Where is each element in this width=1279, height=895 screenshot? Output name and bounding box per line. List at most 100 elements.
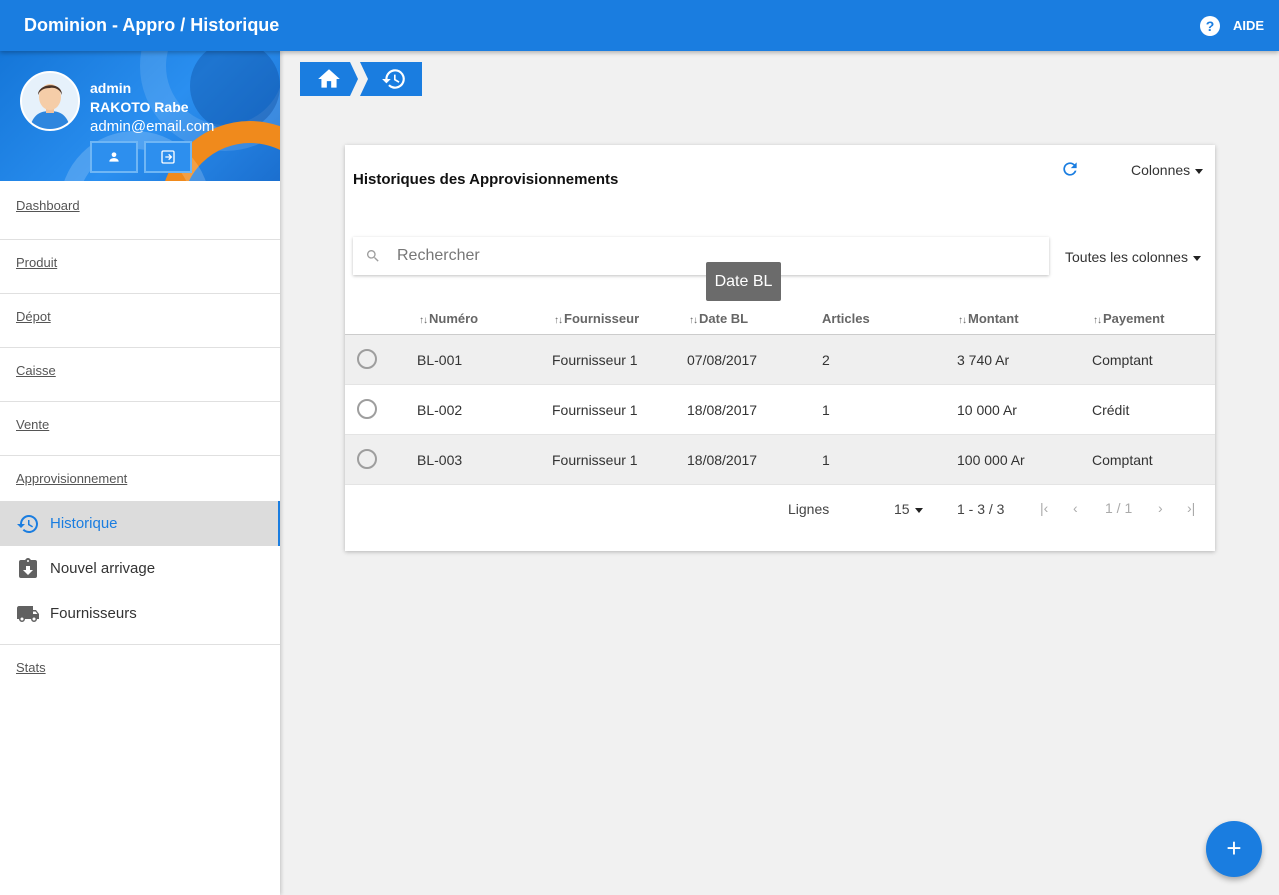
nav-caisse[interactable]: Caisse: [16, 363, 56, 378]
nav-stats[interactable]: Stats: [16, 660, 46, 675]
breadcrumb-historique[interactable]: [360, 62, 422, 96]
cell-payement: Crédit: [1092, 402, 1130, 418]
history-icon: [382, 69, 405, 89]
history-card: Historiques des Approvisionnements Colon…: [345, 145, 1215, 551]
help-icon[interactable]: ?: [1200, 16, 1220, 36]
first-page-icon[interactable]: |‹: [1040, 500, 1048, 516]
cell-numero: BL-003: [417, 452, 463, 468]
column-header-montant[interactable]: ↑↓ Montant: [958, 311, 1019, 326]
cell-payement: Comptant: [1092, 452, 1153, 468]
table-row[interactable]: BL-003 Fournisseur 1 18/08/2017 1 100 00…: [345, 435, 1215, 485]
cell-articles: 1: [822, 402, 830, 418]
breadcrumb-home[interactable]: [300, 62, 358, 96]
divider: [0, 293, 280, 294]
table-row[interactable]: BL-001 Fournisseur 1 07/08/2017 2 3 740 …: [345, 335, 1215, 385]
column-header-articles[interactable]: Articles: [822, 311, 870, 326]
table-row[interactable]: BL-002 Fournisseur 1 18/08/2017 1 10 000…: [345, 385, 1215, 435]
sidebar-item-label: Fournisseurs: [50, 605, 137, 622]
sidebar: admin RAKOTO Rabe admin@email.com Dashbo…: [0, 51, 280, 895]
column-header-payement[interactable]: ↑↓ Payement: [1093, 311, 1164, 326]
rows-per-page-value: 15: [894, 501, 910, 517]
nav-vente[interactable]: Vente: [16, 417, 49, 432]
caret-down-icon: [1195, 168, 1204, 174]
user-email: admin@email.com: [90, 118, 215, 135]
cell-date-bl: 18/08/2017: [687, 402, 758, 418]
username: admin: [90, 80, 132, 96]
columns-menu[interactable]: Colonnes: [1131, 162, 1204, 178]
sort-icon: ↑↓: [958, 315, 967, 326]
column-header-numero[interactable]: ↑↓ Numéro: [419, 311, 478, 326]
cell-montant: 100 000 Ar: [957, 452, 1025, 468]
row-select-radio[interactable]: [357, 399, 377, 419]
caret-down-icon: [914, 507, 923, 513]
nav-dashboard[interactable]: Dashboard: [16, 198, 80, 213]
row-select-radio[interactable]: [357, 449, 377, 469]
pagination-range: 1 - 3 / 3: [957, 501, 1005, 517]
row-select-radio[interactable]: [357, 349, 377, 369]
cell-date-bl: 07/08/2017: [687, 352, 758, 368]
sort-icon: ↑↓: [419, 315, 428, 326]
cell-fournisseur: Fournisseur 1: [552, 352, 638, 368]
cell-fournisseur: Fournisseur 1: [552, 402, 638, 418]
nav-produit[interactable]: Produit: [16, 255, 57, 270]
column-header-date-bl[interactable]: ↑↓ Date BL: [689, 311, 748, 326]
sort-icon: ↑↓: [554, 315, 563, 326]
column-header-fournisseur[interactable]: ↑↓ Fournisseur: [554, 311, 639, 326]
app-title: Dominion - Appro / Historique: [24, 15, 280, 35]
divider: [0, 347, 280, 348]
search-icon: [366, 250, 379, 262]
home-icon: [318, 69, 340, 88]
divider: [0, 401, 280, 402]
cell-articles: 2: [822, 352, 830, 368]
search-scope-label: Toutes les colonnes: [1065, 249, 1188, 265]
truck-icon: [17, 606, 39, 622]
profile-header: admin RAKOTO Rabe admin@email.com: [0, 51, 280, 181]
user-fullname: RAKOTO Rabe: [90, 99, 189, 115]
tooltip: Date BL: [706, 262, 781, 301]
refresh-icon[interactable]: [1060, 159, 1080, 179]
sidebar-item-nouvel-arrivage[interactable]: Nouvel arrivage: [0, 546, 280, 591]
sidebar-item-historique[interactable]: Historique: [0, 501, 280, 546]
cell-montant: 3 740 Ar: [957, 352, 1010, 368]
clipboard-download-icon: [19, 558, 37, 578]
last-page-icon[interactable]: ›|: [1187, 500, 1195, 516]
cell-payement: Comptant: [1092, 352, 1153, 368]
person-icon: [109, 152, 119, 162]
caret-down-icon: [1192, 255, 1201, 261]
cell-montant: 10 000 Ar: [957, 402, 1017, 418]
divider: [0, 239, 280, 240]
nav-approvisionnement[interactable]: Approvisionnement: [16, 471, 127, 486]
cell-numero: BL-002: [417, 402, 463, 418]
search-box: [353, 237, 1049, 275]
previous-page-icon[interactable]: ‹: [1073, 500, 1078, 516]
logout-button[interactable]: [144, 141, 192, 173]
sidebar-item-fournisseurs[interactable]: Fournisseurs: [0, 591, 280, 636]
cell-articles: 1: [822, 452, 830, 468]
card-title: Historiques des Approvisionnements: [353, 171, 619, 188]
nav-depot[interactable]: Dépot: [16, 309, 51, 324]
cell-fournisseur: Fournisseur 1: [552, 452, 638, 468]
history-icon: [17, 515, 38, 533]
add-fab-button[interactable]: +: [1206, 821, 1262, 877]
cell-numero: BL-001: [417, 352, 463, 368]
avatar: [20, 71, 80, 131]
cell-date-bl: 18/08/2017: [687, 452, 758, 468]
search-scope-select[interactable]: Toutes les colonnes: [1065, 249, 1201, 265]
table-header: ↑↓ Numéro ↑↓ Fournisseur ↑↓ Date BL Article…: [345, 305, 1215, 335]
rows-per-page-label: Lignes: [788, 501, 830, 517]
rows-per-page-select[interactable]: 15: [894, 501, 923, 517]
exit-icon: [161, 150, 175, 164]
next-page-icon[interactable]: ›: [1158, 500, 1163, 516]
profile-info: admin RAKOTO Rabe admin@email.com: [90, 79, 214, 137]
columns-menu-label: Colonnes: [1131, 162, 1191, 178]
divider: [0, 455, 280, 456]
sort-icon: ↑↓: [689, 315, 698, 326]
sort-icon: ↑↓: [1093, 315, 1102, 326]
sidebar-item-label: Historique: [50, 515, 118, 532]
divider: [0, 644, 280, 645]
help-button[interactable]: AIDE: [1233, 18, 1264, 33]
profile-button[interactable]: [90, 141, 138, 173]
sidebar-item-label: Nouvel arrivage: [50, 560, 156, 577]
top-app-bar: Dominion - Appro / Historique ? AIDE: [0, 0, 1279, 51]
page-indicator: 1 / 1: [1105, 500, 1133, 516]
